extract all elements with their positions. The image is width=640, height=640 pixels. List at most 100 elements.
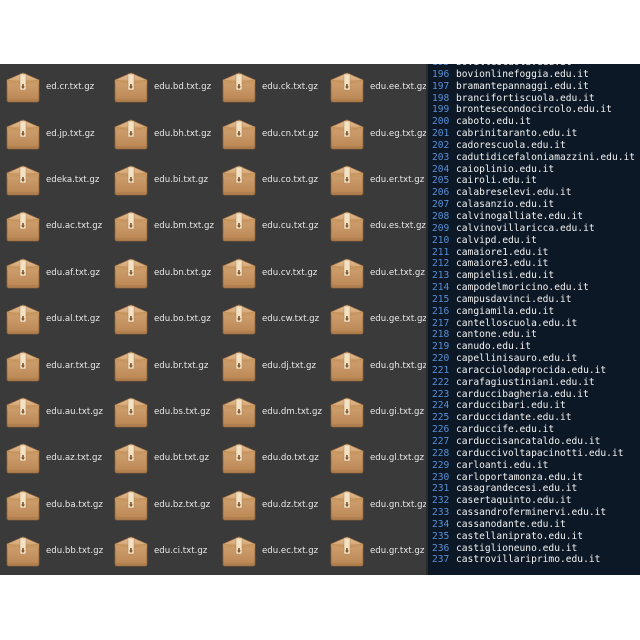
terminal-line: 210 calvipd.edu.it <box>428 235 640 247</box>
terminal-line: 226 carduccife.edu.it <box>428 424 640 436</box>
file-item[interactable]: edu.er.txt.gz <box>324 157 426 203</box>
file-name-label: edu.ar.txt.gz <box>46 360 101 371</box>
file-item[interactable]: edu.ee.txt.gz <box>324 64 426 110</box>
file-item[interactable]: edu.dj.txt.gz <box>216 342 324 388</box>
file-name-label: edu.af.txt.gz <box>46 267 100 278</box>
file-item[interactable]: ed.cr.txt.gz <box>0 64 108 110</box>
file-item[interactable]: edu.bm.txt.gz <box>108 203 216 249</box>
file-name-label: edu.bo.txt.gz <box>154 314 211 325</box>
terminal-line: 217 cantelloscuola.edu.it <box>428 318 640 330</box>
file-item[interactable]: edu.ck.txt.gz <box>216 64 324 110</box>
line-text: campusdavinci.edu.it <box>456 293 572 305</box>
file-item[interactable]: edu.az.txt.gz <box>0 435 108 481</box>
package-box-icon <box>328 69 366 105</box>
file-item[interactable]: edu.dz.txt.gz <box>216 482 324 528</box>
package-box-icon <box>220 162 258 198</box>
file-name-label: edu.bi.txt.gz <box>154 174 209 185</box>
file-item[interactable]: edu.bb.txt.gz <box>0 528 108 574</box>
file-name-label: edu.bh.txt.gz <box>154 128 212 139</box>
file-name-label: edu.ge.txt.gz <box>370 314 426 325</box>
file-name-label: edu.gl.txt.gz <box>370 453 425 464</box>
line-number: 203 <box>432 151 450 163</box>
file-item[interactable]: edu.bd.txt.gz <box>108 64 216 110</box>
file-item[interactable]: edu.al.txt.gz <box>0 296 108 342</box>
file-item[interactable]: edu.ge.txt.gz <box>324 296 426 342</box>
package-box-icon <box>4 162 42 198</box>
file-name-label: edu.bs.txt.gz <box>154 406 211 417</box>
package-box-icon <box>112 487 150 523</box>
line-number: 222 <box>432 376 450 388</box>
line-number: 233 <box>432 507 450 519</box>
file-item[interactable]: edu.bi.txt.gz <box>108 157 216 203</box>
file-item[interactable]: edu.cn.txt.gz <box>216 110 324 156</box>
file-item[interactable]: edu.bt.txt.gz <box>108 435 216 481</box>
line-text: bovillescuola.edu.it <box>456 64 572 68</box>
terminal-line: 222 carafagiustiniani.edu.it <box>428 377 640 389</box>
terminal-pane[interactable]: 195bovillescuola.edu.it196bovionlinefogg… <box>428 64 640 575</box>
package-box-icon <box>112 162 150 198</box>
file-item[interactable]: edu.cw.txt.gz <box>216 296 324 342</box>
file-item[interactable]: edu.ac.txt.gz <box>0 203 108 249</box>
terminal-line: 203 cadutidicefaloniamazzini.edu.it <box>428 152 640 164</box>
line-number: 234 <box>432 518 450 530</box>
file-item[interactable]: edu.bz.txt.gz <box>108 482 216 528</box>
line-number: 223 <box>432 388 450 400</box>
terminal-line: 229 carloanti.edu.it <box>428 460 640 472</box>
terminal-line: 233 cassandroferminervi.edu.it <box>428 507 640 519</box>
file-item[interactable]: edu.ar.txt.gz <box>0 342 108 388</box>
file-item[interactable]: edu.br.txt.gz <box>108 342 216 388</box>
package-box-icon <box>328 208 366 244</box>
file-item[interactable]: edu.bh.txt.gz <box>108 110 216 156</box>
terminal-line: 231 casagrandecesi.edu.it <box>428 483 640 495</box>
terminal-line: 221 caracciolodaprocida.edu.it <box>428 365 640 377</box>
line-text: camaiore1.edu.it <box>456 246 549 258</box>
package-box-icon <box>112 255 150 291</box>
line-text: cassandroferminervi.edu.it <box>456 507 607 519</box>
file-name-label: edu.dj.txt.gz <box>262 360 317 371</box>
file-item[interactable]: edu.es.txt.gz <box>324 203 426 249</box>
package-box-icon <box>328 255 366 291</box>
file-item[interactable]: edu.bs.txt.gz <box>108 389 216 435</box>
line-text: caioplinio.edu.it <box>456 163 555 175</box>
file-item[interactable]: edu.ci.txt.gz <box>108 528 216 574</box>
file-item[interactable]: edu.eg.txt.gz <box>324 110 426 156</box>
line-number: 229 <box>432 459 450 471</box>
file-name-label: edu.bd.txt.gz <box>154 82 212 93</box>
package-box-icon <box>112 348 150 384</box>
line-text: castrovillariprimo.edu.it <box>456 554 601 566</box>
file-item[interactable]: edu.dm.txt.gz <box>216 389 324 435</box>
file-item[interactable]: edu.gh.txt.gz <box>324 342 426 388</box>
file-item[interactable]: edu.gn.txt.gz <box>324 482 426 528</box>
file-item[interactable]: edu.bo.txt.gz <box>108 296 216 342</box>
line-text: carduccibari.edu.it <box>456 400 566 412</box>
file-item[interactable]: edu.cu.txt.gz <box>216 203 324 249</box>
file-name-label: ed.cr.txt.gz <box>46 82 95 93</box>
file-item[interactable]: edu.ba.txt.gz <box>0 482 108 528</box>
file-name-label: edu.et.txt.gz <box>370 267 425 278</box>
line-number: 226 <box>432 424 450 436</box>
file-item[interactable]: edu.au.txt.gz <box>0 389 108 435</box>
line-number: 209 <box>432 222 450 234</box>
file-item[interactable]: edu.bn.txt.gz <box>108 250 216 296</box>
file-item[interactable]: edu.cv.txt.gz <box>216 250 324 296</box>
line-text: carloanti.edu.it <box>456 459 549 471</box>
line-number: 207 <box>432 199 450 211</box>
file-item[interactable]: edu.gr.txt.gz <box>324 528 426 574</box>
package-box-icon <box>220 255 258 291</box>
file-item[interactable]: edu.co.txt.gz <box>216 157 324 203</box>
file-manager-pane: ed.cr.txt.gz edu.bd.txt.gz edu.ck.txt.gz ed… <box>0 64 426 575</box>
package-box-icon <box>220 394 258 430</box>
terminal-line: 223 carduccibagheria.edu.it <box>428 389 640 401</box>
file-item[interactable]: edu.gi.txt.gz <box>324 389 426 435</box>
file-item[interactable]: edu.ec.txt.gz <box>216 528 324 574</box>
file-item[interactable]: edu.gl.txt.gz <box>324 435 426 481</box>
file-item[interactable]: edu.af.txt.gz <box>0 250 108 296</box>
file-item[interactable]: edeka.txt.gz <box>0 157 108 203</box>
file-item[interactable]: edu.et.txt.gz <box>324 250 426 296</box>
package-box-icon <box>220 348 258 384</box>
file-item[interactable]: ed.jp.txt.gz <box>0 110 108 156</box>
file-item[interactable]: edu.do.txt.gz <box>216 435 324 481</box>
line-text: carduccibagheria.edu.it <box>456 388 589 400</box>
file-name-label: edu.cn.txt.gz <box>262 128 319 139</box>
terminal-line: 218 cantone.edu.it <box>428 329 640 341</box>
